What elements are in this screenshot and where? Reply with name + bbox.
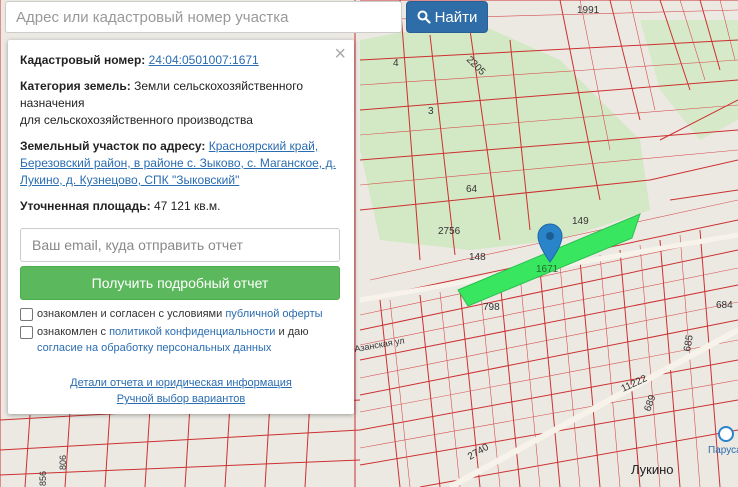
parcel-info-panel: × Кадастровый номер: 24:04:0501007:1671 … bbox=[8, 40, 354, 414]
map-label: 149 bbox=[572, 216, 589, 227]
agree-offer-text: ознакомлен и согласен с условиями bbox=[37, 308, 223, 320]
agree-privacy-row: ознакомлен с политикой конфиденциальност… bbox=[20, 324, 342, 356]
address-row: Земельный участок по адресу: Красноярски… bbox=[20, 138, 342, 189]
cadastral-number-link[interactable]: 24:04:0501007:1671 bbox=[149, 53, 259, 67]
public-offer-link[interactable]: публичной оферты bbox=[225, 308, 322, 320]
category-label: Категория земель: bbox=[20, 79, 131, 93]
area-label: Уточненная площадь: bbox=[20, 199, 151, 213]
map-label: 148 bbox=[469, 252, 486, 263]
agree-offer-checkbox[interactable] bbox=[20, 308, 33, 321]
map-label-poi: Паруса bbox=[708, 445, 738, 456]
address-label: Земельный участок по адресу: bbox=[20, 139, 206, 153]
map-label: 3 bbox=[428, 106, 434, 117]
cadastral-row: Кадастровый номер: 24:04:0501007:1671 bbox=[20, 52, 342, 69]
agree-privacy-text: ознакомлен с bbox=[37, 326, 107, 338]
map-label: 64 bbox=[466, 184, 478, 195]
agree-offer-row: ознакомлен и согласен с условиями публич… bbox=[20, 306, 342, 322]
consent-link[interactable]: согласие на обработку персональных данны… bbox=[37, 342, 271, 354]
agree-privacy-checkbox[interactable] bbox=[20, 326, 33, 339]
category-row: Категория земель: Земли сельскохозяйстве… bbox=[20, 78, 342, 129]
map-label-town: Лукино bbox=[631, 462, 674, 477]
email-field[interactable] bbox=[20, 228, 340, 262]
map-label: 1991 bbox=[577, 5, 600, 16]
map-label: 856 bbox=[38, 471, 48, 486]
panel-footer-links: Детали отчета и юридическая информация Р… bbox=[8, 375, 354, 407]
close-icon[interactable]: × bbox=[334, 43, 346, 65]
details-link[interactable]: Детали отчета и юридическая информация bbox=[70, 377, 292, 389]
poi-icon[interactable] bbox=[718, 426, 734, 442]
cadastral-label: Кадастровый номер: bbox=[20, 53, 146, 67]
map-label: 1671 bbox=[536, 264, 559, 275]
search-button-label: Найти bbox=[434, 8, 478, 26]
search-icon bbox=[417, 10, 431, 24]
search-input[interactable] bbox=[5, 1, 402, 33]
map-label: 798 bbox=[483, 302, 500, 313]
map-label: 4 bbox=[393, 58, 399, 69]
agree-privacy-and: и даю bbox=[278, 326, 309, 338]
manual-selection-link[interactable]: Ручной выбор вариантов bbox=[117, 393, 245, 405]
get-report-button[interactable]: Получить подробный отчет bbox=[20, 266, 340, 300]
search-button[interactable]: Найти bbox=[406, 1, 488, 33]
map-label: 684 bbox=[716, 300, 733, 311]
area-row: Уточненная площадь: 47 121 кв.м. bbox=[20, 198, 342, 215]
map-label: 2756 bbox=[438, 226, 461, 237]
area-value: 47 121 кв.м. bbox=[153, 199, 221, 213]
map-label: 806 bbox=[58, 455, 68, 470]
category-value-2: для сельскохозяйственного производства bbox=[20, 113, 253, 127]
privacy-policy-link[interactable]: политикой конфиденциальности bbox=[109, 326, 275, 338]
